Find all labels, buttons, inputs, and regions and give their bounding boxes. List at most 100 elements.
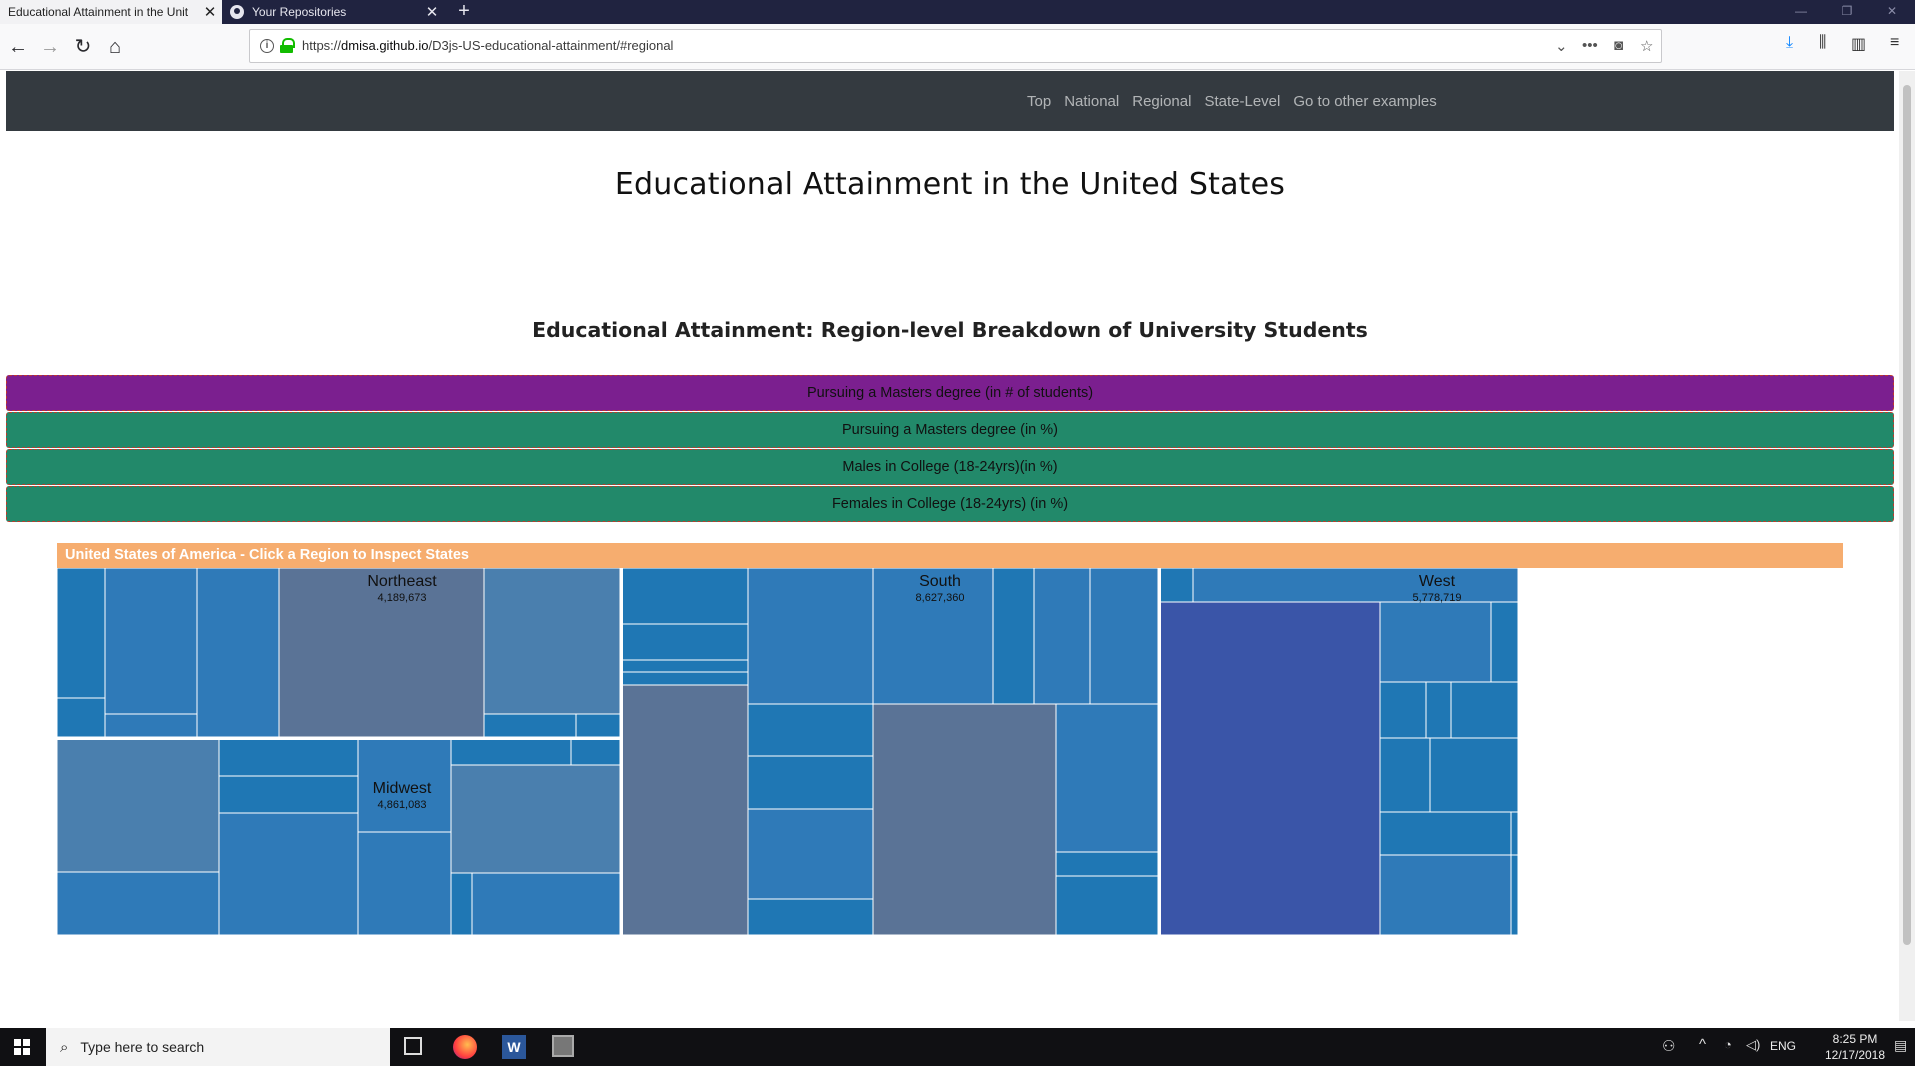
- nav-link-state-level[interactable]: State-Level: [1204, 93, 1280, 110]
- language-indicator[interactable]: ENG: [1770, 1039, 1796, 1053]
- treemap-state-cell[interactable]: [570, 738, 621, 766]
- treemap-state-cell[interactable]: [1510, 854, 1519, 936]
- treemap-state-cell[interactable]: [218, 775, 359, 814]
- treemap-state-cell[interactable]: [1379, 854, 1512, 936]
- treemap-state-cell[interactable]: [57, 738, 220, 873]
- treemap-state-cell[interactable]: [57, 568, 106, 699]
- treemap-state-cell[interactable]: [747, 755, 874, 810]
- treemap-state-cell[interactable]: [1510, 811, 1519, 856]
- volume-icon[interactable]: ◁): [1746, 1037, 1760, 1053]
- url-text[interactable]: https://dmisa.github.io/D3js-US-educatio…: [302, 38, 673, 53]
- treemap-state-cell[interactable]: [450, 764, 621, 874]
- treemap-state-cell[interactable]: [218, 812, 359, 936]
- treemap-state-cell[interactable]: [747, 808, 874, 900]
- show-hidden-icons[interactable]: ^: [1699, 1036, 1706, 1053]
- pocket-icon[interactable]: ◙: [1614, 37, 1623, 54]
- treemap-state-cell[interactable]: [621, 568, 749, 625]
- page-scrollbar[interactable]: [1899, 71, 1915, 1021]
- treemap-region-name[interactable]: Northeast: [367, 573, 437, 590]
- treemap-state-cell[interactable]: [483, 568, 621, 715]
- treemap-state-cell[interactable]: [471, 872, 621, 936]
- people-icon[interactable]: ⚇: [1662, 1037, 1675, 1055]
- nav-link-regional[interactable]: Regional: [1132, 93, 1191, 110]
- treemap-state-cell[interactable]: [1379, 681, 1427, 739]
- treemap-state-cell[interactable]: [1425, 681, 1452, 739]
- close-window-icon[interactable]: ✕: [1869, 0, 1915, 24]
- chevron-down-icon[interactable]: ⌄: [1555, 37, 1568, 55]
- treemap-region-name[interactable]: South: [919, 573, 961, 590]
- treemap-state-cell[interactable]: [747, 703, 874, 757]
- treemap-state-cell[interactable]: [57, 871, 220, 936]
- treemap-state-cell[interactable]: [1055, 703, 1159, 853]
- tab-close-icon[interactable]: ✕: [198, 3, 222, 21]
- treemap-state-cell[interactable]: [1379, 737, 1431, 813]
- nav-link-other-examples[interactable]: Go to other examples: [1293, 93, 1436, 110]
- notifications-icon[interactable]: ▤: [1894, 1037, 1907, 1054]
- treemap-header[interactable]: United States of America - Click a Regio…: [57, 543, 1843, 568]
- more-icon[interactable]: •••: [1582, 37, 1598, 54]
- treemap-state-cell[interactable]: [57, 697, 106, 738]
- treemap-state-cell[interactable]: [1159, 568, 1194, 603]
- treemap-state-cell[interactable]: [747, 898, 874, 936]
- treemap-state-cell[interactable]: [621, 659, 749, 673]
- word-icon[interactable]: W: [502, 1035, 526, 1059]
- metric-button-masters-percent[interactable]: Pursuing a Masters degree (in %): [6, 412, 1894, 448]
- treemap-state-cell[interactable]: [104, 713, 198, 738]
- scrollbar-thumb[interactable]: [1903, 85, 1911, 945]
- minimize-icon[interactable]: —: [1778, 0, 1824, 24]
- tab-close-icon[interactable]: ✕: [420, 3, 444, 21]
- back-icon[interactable]: ←: [4, 33, 32, 61]
- forward-icon[interactable]: →: [36, 33, 64, 61]
- download-icon[interactable]: ⤓: [1786, 34, 1793, 52]
- new-tab-button[interactable]: +: [452, 0, 476, 24]
- treemap-state-cell[interactable]: [450, 872, 473, 936]
- treemap-state-cell[interactable]: [1055, 851, 1159, 877]
- treemap-state-cell[interactable]: [450, 738, 572, 766]
- metric-button-males-college[interactable]: Males in College (18-24yrs)(in %): [6, 449, 1894, 485]
- firefox-icon[interactable]: [453, 1035, 477, 1059]
- nav-link-top[interactable]: Top: [1027, 93, 1051, 110]
- treemap-state-cell[interactable]: [621, 684, 749, 936]
- treemap-state-cell[interactable]: [218, 738, 359, 777]
- treemap-state-cell[interactable]: [992, 568, 1035, 705]
- library-icon[interactable]: ⫼: [1819, 34, 1826, 52]
- treemap-state-cell[interactable]: [1429, 737, 1519, 813]
- treemap-state-cell[interactable]: [1033, 568, 1091, 705]
- treemap-state-cell[interactable]: [1379, 601, 1492, 683]
- treemap-state-cell[interactable]: [747, 568, 874, 705]
- treemap-state-cell[interactable]: [1159, 601, 1381, 936]
- treemap-state-cell[interactable]: [104, 568, 198, 715]
- treemap-state-cell[interactable]: [1490, 601, 1519, 683]
- task-view-icon[interactable]: [404, 1037, 422, 1055]
- treemap-state-cell[interactable]: [196, 568, 280, 738]
- tab-your-repositories[interactable]: Your Repositories ✕: [222, 0, 444, 24]
- network-icon[interactable]: ◔: [1724, 1037, 1732, 1052]
- metric-button-females-college[interactable]: Females in College (18-24yrs) (in %): [6, 486, 1894, 522]
- app-icon[interactable]: [552, 1035, 574, 1057]
- treemap-state-cell[interactable]: [483, 713, 577, 738]
- treemap-state-cell[interactable]: [1055, 875, 1159, 936]
- treemap-state-cell[interactable]: [1379, 811, 1512, 856]
- home-icon[interactable]: ⌂: [101, 33, 129, 61]
- info-icon[interactable]: i: [260, 39, 274, 53]
- bookmark-star-icon[interactable]: ☆: [1640, 37, 1653, 55]
- menu-icon[interactable]: ≡: [1890, 34, 1899, 52]
- treemap-state-cell[interactable]: [872, 703, 1057, 936]
- treemap-state-cell[interactable]: [621, 623, 749, 661]
- tab-educational-attainment[interactable]: Educational Attainment in the Unit ✕: [0, 0, 222, 24]
- treemap-state-cell[interactable]: [575, 713, 621, 738]
- sidebar-icon[interactable]: ▥: [1851, 34, 1866, 54]
- treemap-state-cell[interactable]: [1089, 568, 1159, 705]
- clock[interactable]: 8:25 PM 12/17/2018: [1818, 1031, 1892, 1063]
- nav-link-national[interactable]: National: [1064, 93, 1119, 110]
- restore-icon[interactable]: ❐: [1824, 0, 1870, 24]
- treemap-state-cell[interactable]: [621, 671, 749, 686]
- taskbar-search-box[interactable]: ⌕ Type here to search: [46, 1028, 390, 1066]
- treemap-region-name[interactable]: West: [1419, 573, 1456, 590]
- treemap-region-name[interactable]: Midwest: [373, 780, 432, 797]
- windows-start-icon[interactable]: [0, 1028, 44, 1066]
- treemap-state-cell[interactable]: [1450, 681, 1519, 739]
- treemap-state-cell[interactable]: [357, 831, 452, 936]
- metric-button-masters-count[interactable]: Pursuing a Masters degree (in # of stude…: [6, 375, 1894, 411]
- treemap-state-cell[interactable]: [1192, 568, 1519, 603]
